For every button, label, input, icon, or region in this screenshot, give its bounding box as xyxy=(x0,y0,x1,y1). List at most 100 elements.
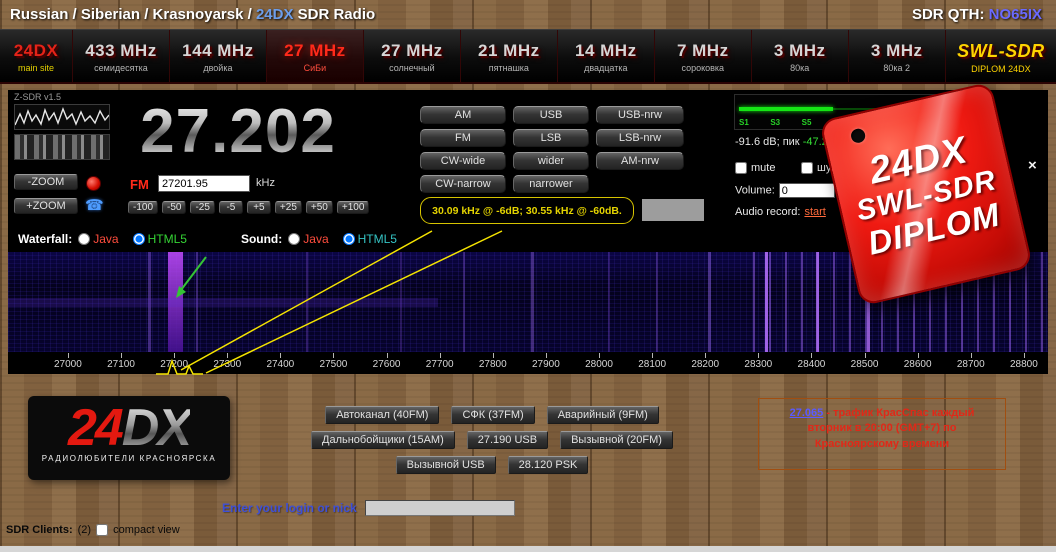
scale-tick: 27100 xyxy=(107,353,135,374)
nav-tab-3mhz-80m2[interactable]: 3 MHz 80ка 2 xyxy=(849,30,946,82)
waterfall-java-radio[interactable] xyxy=(78,233,91,245)
sound-java-radio[interactable] xyxy=(288,233,301,245)
preset-sfk-37fm[interactable]: СФК (37FM) xyxy=(451,406,535,424)
nav-tab-144mhz[interactable]: 144 MHz двойка xyxy=(170,30,267,82)
mode-button-fm[interactable]: FM xyxy=(420,129,506,147)
preset-row: Вызывной USB 28.120 PSK xyxy=(286,456,698,474)
notice-text: - трафик КрасСпас каждый вторник в 20:00… xyxy=(807,407,975,450)
diploma-line3: DIPLOM xyxy=(864,195,1004,263)
volume-input[interactable] xyxy=(778,183,835,198)
sdr-version-label: Z-SDR v1.5 xyxy=(14,92,62,102)
peak-label: пик xyxy=(782,136,800,148)
mode-button-cw-narrow[interactable]: CW-narrow xyxy=(420,175,506,193)
zoom-out-button[interactable]: -ZOOM xyxy=(14,174,78,190)
mode-button-am[interactable]: AM xyxy=(420,106,506,124)
qth-value-link[interactable]: NO65IX xyxy=(989,6,1042,23)
noise-band xyxy=(8,298,438,307)
step-button-plus-100[interactable]: +100 xyxy=(336,201,370,214)
step-button-minus-5[interactable]: -5 xyxy=(218,201,243,214)
phone-icon[interactable]: ☎ xyxy=(85,196,104,214)
mode-button-usb-nrw[interactable]: USB-nrw xyxy=(596,106,684,124)
passband-display xyxy=(642,199,704,221)
preset-27190-usb[interactable]: 27.190 USB xyxy=(466,431,549,449)
frequency-scale: 27000 27100 27200 27300 27400 27500 2760… xyxy=(8,352,1048,374)
zoom-in-button[interactable]: +ZOOM xyxy=(14,198,78,214)
nav-tab-7mhz[interactable]: 7 MHz сороковка xyxy=(655,30,752,82)
audio-record-control: Audio record: start xyxy=(735,206,826,218)
nav-tab-sublabel: 80ка 2 xyxy=(883,63,911,73)
sound-html5-radio[interactable] xyxy=(342,233,355,245)
traffic-notice: 27.065 - трафик КрасСпас каждый вторник … xyxy=(758,398,1006,470)
scale-tick: 27700 xyxy=(426,353,454,374)
step-button-plus-50[interactable]: +50 xyxy=(305,201,333,214)
scale-tick: 27600 xyxy=(373,353,400,374)
nav-tab-label: 21 MHz xyxy=(478,41,540,60)
preset-row: Автоканал (40FM) СФК (37FM) Аварийный (9… xyxy=(286,406,698,424)
page-title: Russian / Siberian / Krasnoyarsk / 24DX … xyxy=(10,0,375,29)
nav-tab-label: 3 MHz xyxy=(773,41,826,60)
mute-toggle[interactable]: mute xyxy=(735,162,775,174)
nav-tab-27mhz-solar[interactable]: 27 MHz солнечный xyxy=(364,30,461,82)
title-brand: 24DX xyxy=(255,6,294,23)
bandwidth-wider-button[interactable]: wider xyxy=(513,152,589,170)
audio-record-start-link[interactable]: start xyxy=(804,206,825,218)
notice-frequency-link[interactable]: 27.065 xyxy=(790,407,824,419)
frequency-input[interactable] xyxy=(158,175,250,192)
nav-tab-label: 24DX xyxy=(13,41,59,60)
clients-label: SDR Clients: xyxy=(6,524,73,536)
login-row: Enter your login or nick xyxy=(222,500,515,516)
nav-tab-21mhz[interactable]: 21 MHz пятнашка xyxy=(461,30,558,82)
waterfall-html5-radio[interactable] xyxy=(132,233,145,245)
s-meter-tick-label: S1 xyxy=(739,118,749,127)
sound-java-option[interactable]: Java xyxy=(288,232,329,246)
login-input[interactable] xyxy=(364,500,515,516)
mode-button-cw-wide[interactable]: CW-wide xyxy=(420,152,506,170)
mode-button-lsb-nrw[interactable]: LSB-nrw xyxy=(596,129,684,147)
step-button-plus-25[interactable]: +25 xyxy=(274,201,302,214)
step-button-minus-25[interactable]: -25 xyxy=(190,201,215,214)
preset-calling-usb[interactable]: Вызывной USB xyxy=(395,456,496,474)
nav-tab-24dx-main[interactable]: 24DX main site xyxy=(0,30,73,82)
waterfall-java-option[interactable]: Java xyxy=(78,232,119,246)
step-button-minus-100[interactable]: -100 xyxy=(128,201,159,214)
nav-tab-label: 27 MHz xyxy=(381,41,443,60)
step-button-row: -100 -50 -25 -5 +5 +25 +50 +100 xyxy=(128,201,370,214)
page-header: Russian / Siberian / Krasnoyarsk / 24DX … xyxy=(0,0,1056,29)
waterfall-thumbnail xyxy=(14,134,110,160)
nav-tab-433mhz[interactable]: 433 MHz семидесятка xyxy=(73,30,170,82)
sound-html5-option[interactable]: HTML5 xyxy=(342,232,397,246)
compact-view-checkbox[interactable] xyxy=(96,524,109,536)
mode-button-usb[interactable]: USB xyxy=(513,106,589,124)
mode-button-am-nrw[interactable]: AM-nrw xyxy=(596,152,684,170)
nav-tab-label: 433 MHz xyxy=(85,41,157,60)
preset-autochannel-40fm[interactable]: Автоканал (40FM) xyxy=(325,406,440,424)
nav-tab-sublabel: двадцатка xyxy=(584,63,628,73)
close-icon[interactable]: × xyxy=(1028,157,1037,174)
preset-calling-20fm[interactable]: Вызывной (20FM) xyxy=(560,431,673,449)
frequency-unit-label: kHz xyxy=(256,177,275,189)
spectrum-thumbnail-trace xyxy=(15,107,109,126)
scale-tick: 27400 xyxy=(266,353,294,374)
waterfall-html5-option[interactable]: HTML5 xyxy=(132,232,187,246)
nav-tab-swl-sdr[interactable]: SWL-SDR DIPLOM 24DX xyxy=(946,30,1056,82)
mode-button-lsb[interactable]: LSB xyxy=(513,129,589,147)
nav-tab-14mhz[interactable]: 14 MHz двадцатка xyxy=(558,30,655,82)
nav-tab-3mhz-80m[interactable]: 3 MHz 80ка xyxy=(752,30,849,82)
step-button-minus-50[interactable]: -50 xyxy=(162,201,187,214)
signal-trace xyxy=(816,252,819,352)
scale-tick: 27500 xyxy=(320,353,347,374)
preset-emergency-9fm[interactable]: Аварийный (9FM) xyxy=(546,406,659,424)
squelch-checkbox[interactable] xyxy=(801,162,813,174)
nav-tab-27mhz-cb[interactable]: 27 MHz СиБи xyxy=(266,30,364,82)
mute-checkbox[interactable] xyxy=(735,162,747,174)
scale-tick: 27800 xyxy=(479,353,507,374)
diploma-line2: SWL-SDR xyxy=(853,164,1000,228)
preset-28120-psk[interactable]: 28.120 PSK xyxy=(507,456,589,474)
qth-locator: SDR QTH: NO65IX xyxy=(912,0,1042,29)
step-button-plus-5[interactable]: +5 xyxy=(246,201,271,214)
nav-tab-label: 7 MHz xyxy=(676,41,729,60)
preset-truckers-15am[interactable]: Дальнобойщики (15AM) xyxy=(311,431,455,449)
record-button[interactable] xyxy=(86,176,101,191)
nav-tab-sublabel: солнечный xyxy=(389,63,435,73)
bandwidth-narrower-button[interactable]: narrower xyxy=(513,175,589,193)
